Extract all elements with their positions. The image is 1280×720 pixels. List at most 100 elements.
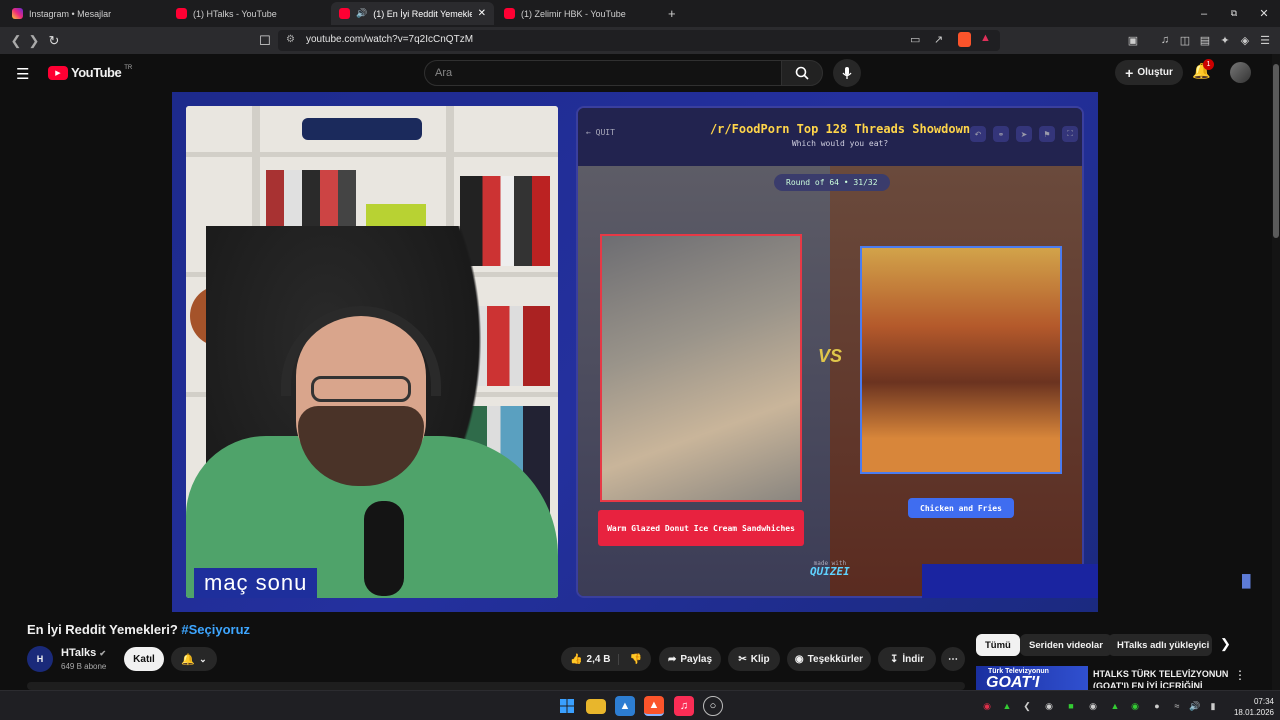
music-icon[interactable]: ♫ bbox=[1157, 32, 1173, 48]
restore-icon[interactable]: ⧉ bbox=[1218, 0, 1250, 27]
chicken-fries-image-card bbox=[860, 246, 1062, 474]
clip-button[interactable]: ✂ Klip bbox=[728, 647, 780, 671]
search-icon bbox=[795, 66, 809, 80]
brave-browser-icon[interactable]: ▲ bbox=[644, 696, 664, 716]
vpn-shield-icon[interactable]: ◈ bbox=[1237, 32, 1253, 48]
sidebar-icon[interactable]: ◫ bbox=[1177, 32, 1193, 48]
create-button[interactable]: + Oluştur bbox=[1115, 60, 1183, 85]
chip-series[interactable]: Seriden videolar bbox=[1020, 634, 1112, 656]
battery-icon[interactable]: ▮ bbox=[1206, 699, 1220, 713]
recommended-video-title[interactable]: HTALKS TÜRK TELEVİZYONUN (GOAT'I) EN İYİ… bbox=[1093, 668, 1233, 688]
recommended-video-thumbnail[interactable]: Türk Televizyonun GOAT'I bbox=[976, 666, 1088, 690]
donut-image-card bbox=[600, 234, 802, 502]
photos-icon[interactable]: ▲ bbox=[615, 696, 635, 716]
tab-label: (1) En İyi Reddit Yemekleri? #S bbox=[373, 8, 471, 19]
leo-ai-icon[interactable]: ✦ bbox=[1217, 32, 1233, 48]
user-avatar[interactable] bbox=[1230, 62, 1251, 83]
search-button[interactable] bbox=[781, 60, 823, 86]
close-window-icon[interactable]: ✕ bbox=[1248, 0, 1280, 27]
glasses bbox=[311, 376, 411, 402]
scissors-icon: ✂ bbox=[738, 653, 747, 665]
back-icon[interactable]: ❮ bbox=[6, 31, 26, 51]
new-tab-button[interactable]: + bbox=[660, 2, 680, 25]
tab-active-video[interactable]: 🔊 (1) En İyi Reddit Yemekleri? #S ✕ bbox=[331, 2, 494, 25]
tray-app-icon[interactable]: ■ bbox=[1064, 699, 1078, 713]
video-player[interactable]: maç sonu ← QUIT /r/FoodPorn Top 128 Thre… bbox=[172, 92, 1098, 612]
chevron-right-icon[interactable]: ❯ bbox=[1220, 636, 1231, 652]
video-title: En İyi Reddit Yemekleri? #Seçiyoruz bbox=[27, 622, 250, 637]
thumb-big-text: GOAT'I bbox=[986, 674, 1040, 690]
volume-icon[interactable]: 🔊 bbox=[1188, 699, 1202, 713]
chip-uploader[interactable]: HTalks adlı yükleyici bbox=[1108, 634, 1212, 656]
system-clock[interactable]: 07:34 18.01.2026 bbox=[1224, 696, 1274, 718]
tray-mic-icon[interactable]: ● bbox=[1150, 699, 1164, 713]
tray-app-icon[interactable]: ◉ bbox=[1086, 699, 1100, 713]
made-with-quizei: made with QUIZEI bbox=[810, 560, 850, 577]
hashtag-link[interactable]: #Seçiyoruz bbox=[181, 622, 250, 637]
wallet-icon[interactable]: ▤ bbox=[1197, 32, 1213, 48]
thumbs-down-icon: 👎 bbox=[629, 653, 642, 665]
file-explorer-icon[interactable] bbox=[586, 699, 606, 714]
wifi-icon[interactable]: ≈ bbox=[1170, 699, 1184, 713]
thanks-button[interactable]: ◉ Teşekkürler bbox=[787, 647, 871, 671]
cast-icon[interactable]: ▭ bbox=[910, 33, 920, 46]
like-dislike-group: 👍 2,4 B 👎 bbox=[561, 647, 651, 671]
more-vertical-icon[interactable]: ⋮ bbox=[1234, 668, 1246, 682]
youtube-logo[interactable]: ▶ YouTube TR bbox=[48, 65, 132, 80]
voice-search-button[interactable] bbox=[833, 59, 861, 87]
minimize-icon[interactable]: – bbox=[1188, 0, 1220, 27]
share-button[interactable]: ➦ Paylaş bbox=[659, 647, 721, 671]
region-code: TR bbox=[124, 65, 133, 71]
reload-icon[interactable]: ↻ bbox=[44, 31, 64, 51]
share-label: Paylaş bbox=[680, 653, 713, 665]
tray-app-icon[interactable]: ◉ bbox=[1128, 699, 1142, 713]
tab-zelimir[interactable]: (1) Zelimir HBK - YouTube bbox=[496, 2, 656, 25]
game-header: ← QUIT /r/FoodPorn Top 128 Threads Showd… bbox=[578, 108, 1082, 166]
notification-count-badge: 1 bbox=[1203, 59, 1214, 70]
shelf-board bbox=[186, 152, 558, 157]
search-input[interactable]: Ara bbox=[424, 60, 782, 86]
dislike-button[interactable]: 👎 bbox=[623, 654, 641, 665]
tab-label: Instagram • Mesajlar bbox=[29, 8, 112, 19]
close-tab-icon[interactable]: ✕ bbox=[478, 8, 486, 19]
site-info-icon[interactable]: ⚙ bbox=[286, 34, 295, 45]
apple-music-icon[interactable]: ♫ bbox=[674, 696, 694, 716]
tray-app-icon[interactable]: ◉ bbox=[1042, 699, 1056, 713]
tray-app-icon[interactable]: ▲ bbox=[1000, 699, 1014, 713]
chevron-down-icon: ⌄ bbox=[199, 653, 207, 664]
join-button[interactable]: Katıl bbox=[124, 647, 164, 671]
channel-watermark-icon[interactable]: █ bbox=[1242, 574, 1251, 588]
menu-icon[interactable]: ☰ bbox=[1257, 32, 1273, 48]
channel-name[interactable]: HTalks ✔ bbox=[61, 647, 106, 659]
address-bar[interactable]: ⚙ youtube.com/watch?v=7q2IcCnQTzM ▭ ↗ ▲ bbox=[278, 30, 1000, 51]
windows-start-icon[interactable] bbox=[557, 696, 577, 716]
share-page-icon[interactable]: ↗ bbox=[934, 33, 943, 46]
quiz-game-panel: ← QUIT /r/FoodPorn Top 128 Threads Showd… bbox=[576, 106, 1084, 598]
like-button[interactable]: 👍 2,4 B bbox=[570, 653, 620, 665]
channel-avatar[interactable]: H bbox=[27, 646, 53, 672]
brave-shield-icon[interactable] bbox=[958, 32, 971, 47]
chip-all[interactable]: Tümü bbox=[976, 634, 1020, 656]
download-button[interactable]: ↧ İndir bbox=[878, 647, 936, 671]
screenshot-icon[interactable]: ▣ bbox=[1125, 32, 1141, 48]
page-scrollbar[interactable] bbox=[1272, 54, 1280, 690]
super-thanks-icon: ◉ bbox=[794, 653, 804, 665]
tray-back-icon[interactable]: ❮ bbox=[1020, 699, 1034, 713]
tab-htalks[interactable]: (1) HTalks - YouTube bbox=[168, 2, 328, 25]
tab-label: (1) HTalks - YouTube bbox=[193, 8, 277, 19]
forward-icon[interactable]: ❯ bbox=[24, 31, 44, 51]
bookmark-icon[interactable]: ☐ bbox=[255, 31, 275, 51]
github-icon[interactable]: ○ bbox=[703, 696, 723, 716]
tray-app-icon[interactable]: ▲ bbox=[1108, 699, 1122, 713]
notifications-button[interactable]: 🔔 1 bbox=[1192, 59, 1214, 82]
windows-logo-icon bbox=[560, 699, 574, 713]
tab-instagram[interactable]: Instagram • Mesajlar bbox=[4, 2, 164, 25]
hamburger-menu-icon[interactable]: ☰ bbox=[16, 65, 29, 83]
browser-tab-bar: Instagram • Mesajlar (1) HTalks - YouTub… bbox=[0, 0, 1280, 27]
brave-rewards-icon[interactable]: ▲ bbox=[980, 32, 991, 44]
subscription-bell-button[interactable]: 🔔 ⌄ bbox=[171, 647, 217, 671]
tray-app-icon[interactable]: ◉ bbox=[980, 699, 994, 713]
more-actions-button[interactable]: ⋯ bbox=[941, 647, 965, 671]
subscriber-count: 649 B abone bbox=[61, 662, 107, 671]
scrollbar-thumb[interactable] bbox=[1273, 64, 1279, 238]
